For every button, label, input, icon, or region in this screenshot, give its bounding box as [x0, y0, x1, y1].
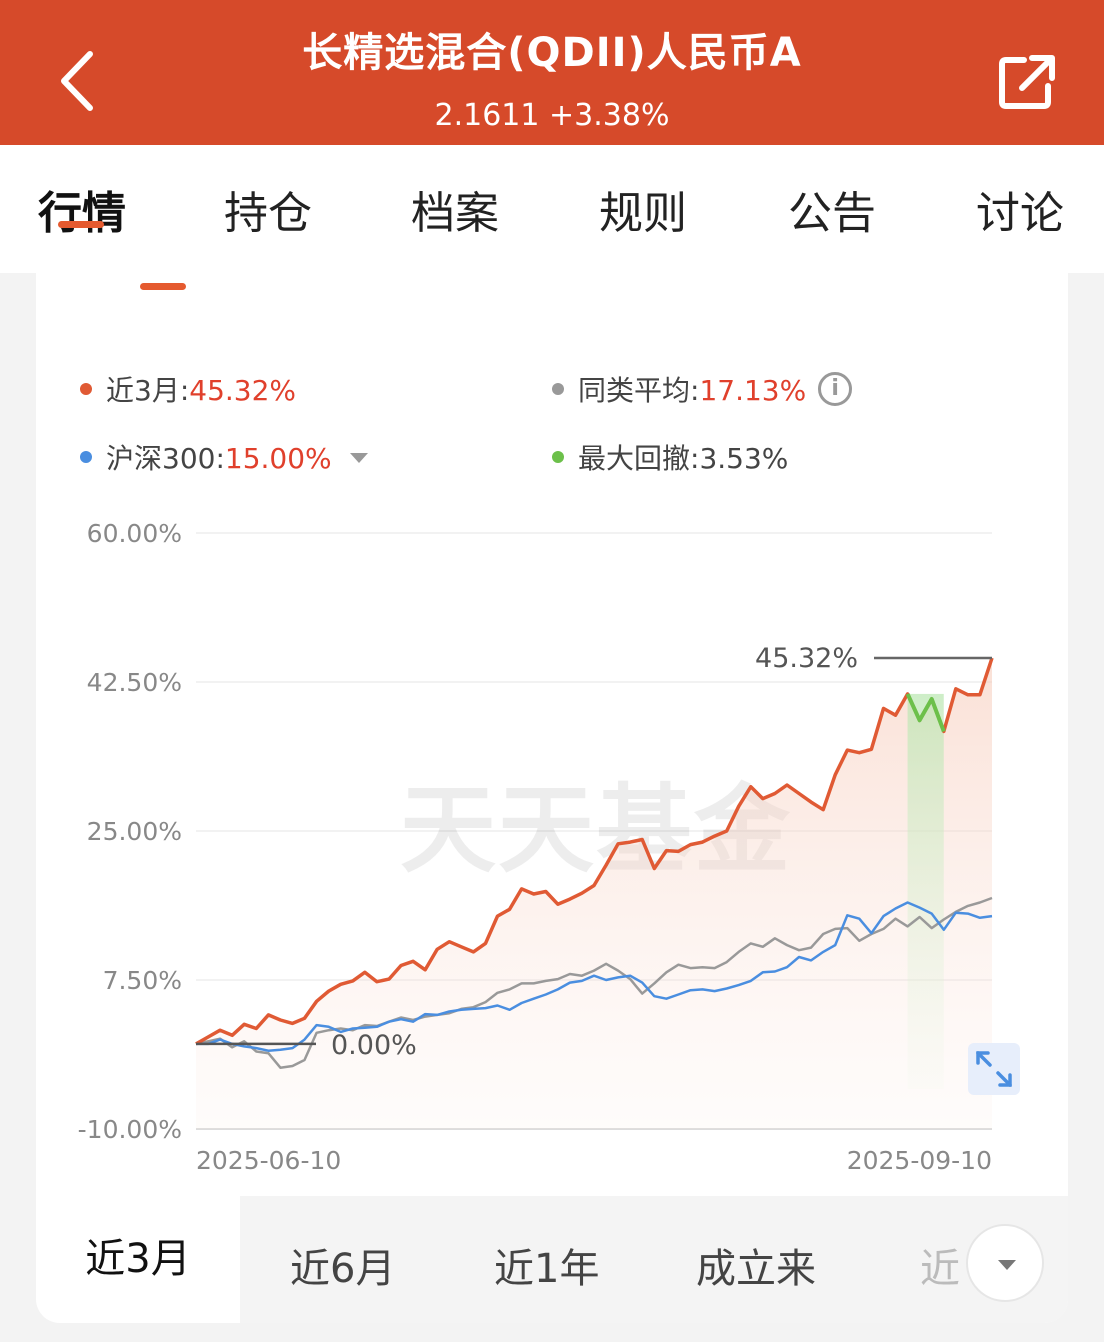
period-more-clipped[interactable]: 近 [920, 1236, 960, 1294]
end-value-label: 45.32% [755, 643, 858, 674]
period-3m[interactable]: 近3月 [36, 1196, 240, 1323]
tab-discussion[interactable]: 讨论 [976, 177, 1064, 241]
drawdown-band [907, 693, 944, 1089]
expand-icon[interactable] [968, 1043, 1020, 1095]
period-6m[interactable]: 近6月 [290, 1236, 395, 1294]
period-since-inception[interactable]: 成立来 [696, 1236, 816, 1294]
fund-change: +3.38% [549, 98, 670, 133]
tab-profile[interactable]: 档案 [411, 177, 499, 241]
y-tick-label: 42.50% [87, 668, 182, 697]
period-selector: 近3月 近6月 近1年 成立来 近 [36, 1196, 1068, 1323]
start-value-label: 0.00% [331, 1030, 417, 1061]
tab-rules[interactable]: 规则 [599, 177, 687, 241]
tab-active-indicator [58, 221, 104, 228]
more-periods-button[interactable] [966, 1224, 1044, 1302]
x-tick-label: 2025-09-10 [847, 1146, 992, 1175]
y-tick-label: 60.00% [87, 519, 182, 548]
fund-price: 2.1611 [434, 98, 540, 133]
x-tick-label: 2025-06-10 [196, 1146, 341, 1175]
performance-chart: 60.00% 42.50% 25.00% 7.50% -10.00% 2025-06-10… [78, 519, 994, 1175]
fund-price-line: 2.1611 +3.38% [0, 98, 1104, 133]
tab-holdings[interactable]: 持仓 [224, 177, 312, 241]
period-1y[interactable]: 近1年 [494, 1236, 599, 1294]
chart-card: 近3月:45.32% 同类平均:17.13% i 沪深300:15.00% 最大回… [36, 273, 1068, 1323]
top-tabs: 行情 持仓 档案 规则 公告 讨论 [0, 145, 1104, 273]
y-tick-label: 7.50% [103, 966, 182, 995]
tab-market[interactable]: 行情 [38, 177, 126, 241]
tab-announcements[interactable]: 公告 [788, 177, 876, 241]
y-tick-label: 25.00% [87, 817, 182, 846]
share-icon[interactable] [996, 52, 1058, 112]
y-tick-label: -10.00% [78, 1115, 182, 1144]
fund-title: 长精选混合(QDII)人民币A [302, 30, 802, 76]
fund-area-fill [196, 658, 992, 1129]
chevron-down-icon [998, 1260, 1016, 1270]
app-header: 长精选混合(QDII)人民币A 2.1611 +3.38% [0, 0, 1104, 145]
